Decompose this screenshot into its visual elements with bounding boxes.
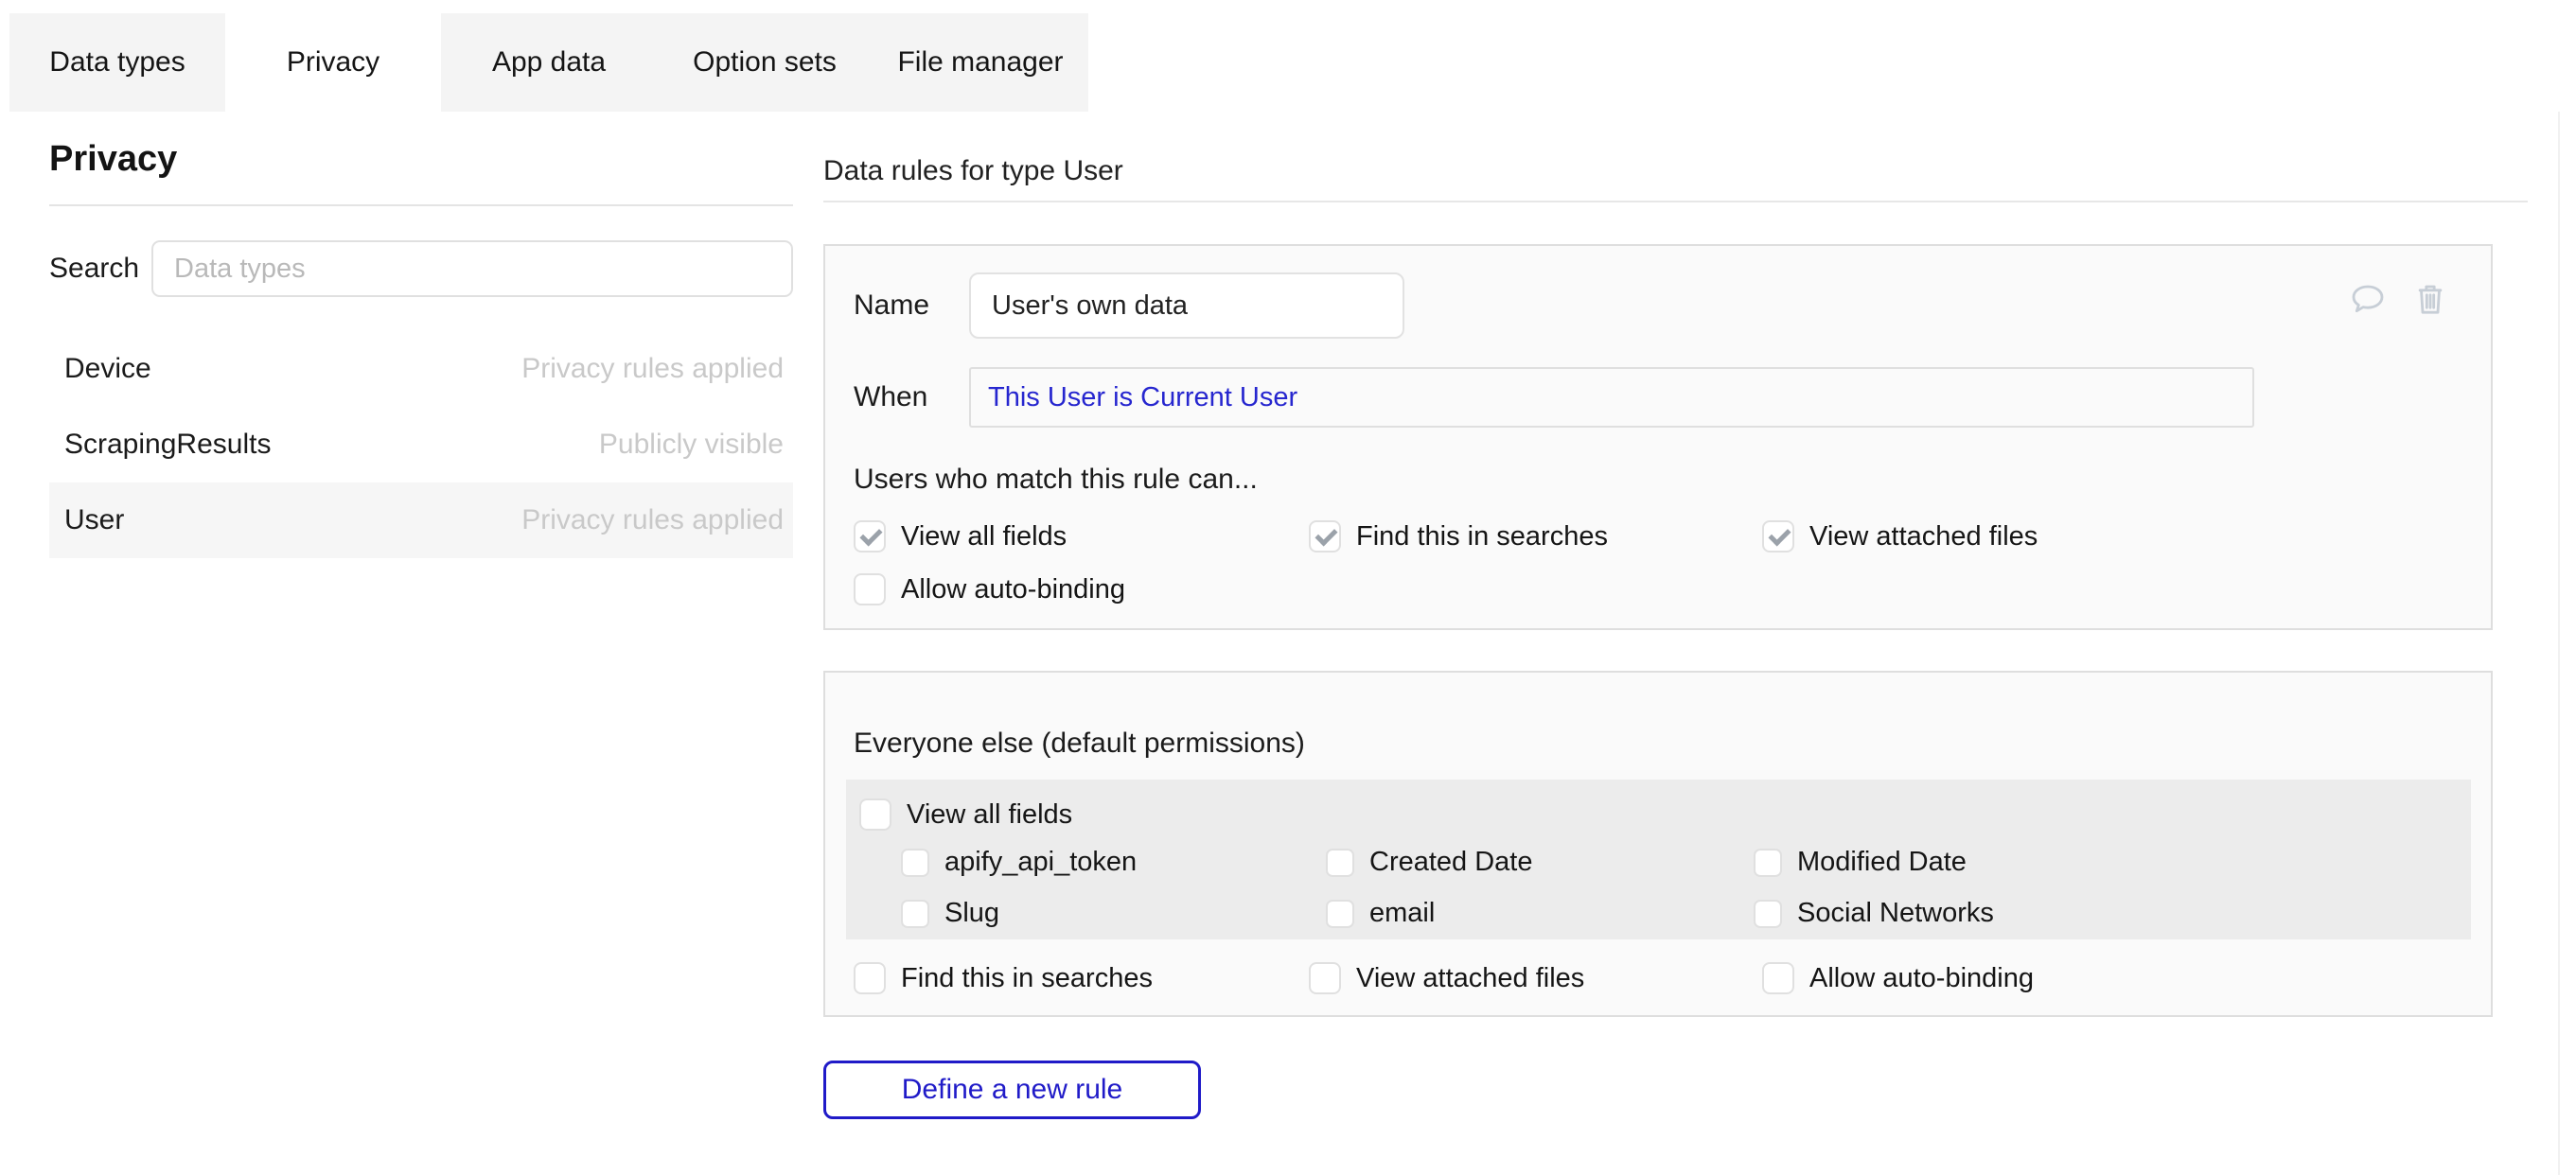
divider [823, 201, 2528, 202]
checkbox-label: View all fields [901, 521, 1067, 552]
checkbox-view-attached-files-default[interactable]: View attached files [1309, 962, 1762, 994]
checkbox-label: View attached files [1356, 963, 1584, 994]
checkbox-label: Created Date [1369, 847, 1533, 878]
checkbox-view-all-fields[interactable]: View all fields [854, 520, 1309, 552]
field-checkbox-grid: apify_api_token Created Date Modified Da… [901, 847, 2471, 929]
search-input[interactable] [151, 240, 793, 297]
when-condition-link[interactable]: This User is Current User [988, 382, 1297, 413]
privacy-sidebar: Privacy Search Device Privacy rules appl… [49, 140, 793, 558]
tab-option-sets[interactable]: Option sets [657, 13, 873, 112]
checkbox-box[interactable] [1754, 849, 1782, 877]
checkbox-field-social-networks[interactable]: Social Networks [1754, 898, 2471, 929]
checkbox-label: Find this in searches [901, 963, 1153, 994]
rule-when-row: When This User is Current User [854, 367, 2462, 428]
container-right-border [2558, 112, 2560, 1175]
checkbox-allow-auto-binding-default[interactable]: Allow auto-binding [1762, 962, 2462, 994]
rule-card-actions [2347, 280, 2451, 318]
list-item-user[interactable]: User Privacy rules applied [49, 482, 793, 558]
checkbox-field-modified-date[interactable]: Modified Date [1754, 847, 2471, 878]
checkbox-label: Social Networks [1797, 898, 1994, 929]
define-new-rule-button[interactable]: Define a new rule [823, 1061, 1201, 1119]
checkbox-find-in-searches-default[interactable]: Find this in searches [854, 962, 1309, 994]
checkbox-label: View all fields [907, 799, 1072, 831]
when-label: When [854, 381, 969, 413]
permissions-caption: Users who match this rule can... [854, 464, 2462, 496]
tab-label: App data [492, 46, 606, 79]
type-name: Device [64, 353, 151, 385]
checkbox-field-created-date[interactable]: Created Date [1326, 847, 1754, 878]
type-name: User [64, 504, 124, 536]
checkbox-box[interactable] [1309, 962, 1341, 994]
privacy-rule-card: Name When This User is Current User User… [823, 244, 2493, 630]
checkbox-box[interactable] [1754, 900, 1782, 928]
tab-label: Data types [49, 46, 185, 79]
list-item-device[interactable]: Device Privacy rules applied [49, 331, 793, 407]
checkbox-label: apify_api_token [944, 847, 1137, 878]
checkbox-label: Allow auto-binding [901, 574, 1125, 605]
tab-label: Option sets [693, 46, 837, 79]
checkbox-box[interactable] [859, 798, 891, 831]
checkbox-view-attached-files[interactable]: View attached files [1762, 520, 2462, 552]
checkbox-box[interactable] [854, 573, 886, 605]
checkbox-box[interactable] [1309, 520, 1341, 552]
checkbox-box[interactable] [854, 962, 886, 994]
when-condition-box[interactable]: This User is Current User [969, 367, 2254, 428]
list-item-scrapingresults[interactable]: ScrapingResults Publicly visible [49, 407, 793, 482]
tab-privacy[interactable]: Privacy [225, 13, 441, 112]
checkbox-label: Slug [944, 898, 999, 929]
divider [49, 204, 793, 206]
tab-label: Privacy [287, 46, 379, 79]
rule-permissions: View all fields Find this in searches Vi… [854, 520, 2462, 605]
search-label: Search [49, 253, 151, 285]
fields-band: View all fields apify_api_token Created … [846, 780, 2471, 939]
checkbox-box[interactable] [1326, 849, 1354, 877]
checkbox-label: Allow auto-binding [1809, 963, 2034, 994]
tab-data-types[interactable]: Data types [9, 13, 225, 112]
comment-icon[interactable] [2347, 280, 2389, 318]
type-status: Privacy rules applied [521, 504, 784, 536]
type-status: Privacy rules applied [521, 353, 784, 385]
checkbox-box[interactable] [1762, 520, 1794, 552]
checkbox-view-all-fields-default[interactable]: View all fields [859, 798, 2471, 831]
type-status: Publicly visible [599, 429, 784, 461]
name-label: Name [854, 289, 969, 322]
checkbox-box[interactable] [1762, 962, 1794, 994]
checkbox-box[interactable] [1326, 900, 1354, 928]
rule-name-row: Name [854, 272, 2462, 339]
checkbox-box[interactable] [901, 900, 929, 928]
checkbox-field-email[interactable]: email [1326, 898, 1754, 929]
tab-label: File manager [897, 46, 1063, 79]
checkbox-label: email [1369, 898, 1435, 929]
checkbox-allow-auto-binding[interactable]: Allow auto-binding [854, 573, 1309, 605]
default-permissions-card: Everyone else (default permissions) View… [823, 671, 2493, 1017]
checkbox-field-slug[interactable]: Slug [901, 898, 1326, 929]
checkbox-box[interactable] [854, 520, 886, 552]
rule-name-input[interactable] [969, 272, 1404, 339]
tab-file-manager[interactable]: File manager [873, 13, 1088, 112]
checkbox-find-in-searches[interactable]: Find this in searches [1309, 520, 1762, 552]
page-title: Privacy [49, 140, 793, 178]
data-tab-bar: Data types Privacy App data Option sets … [9, 13, 1088, 112]
checkbox-field-apify-api-token[interactable]: apify_api_token [901, 847, 1326, 878]
default-bottom-permissions: Find this in searches View attached file… [854, 962, 2462, 994]
type-name: ScrapingResults [64, 429, 271, 461]
trash-icon[interactable] [2409, 280, 2451, 318]
search-row: Search [49, 240, 793, 297]
tab-app-data[interactable]: App data [441, 13, 657, 112]
checkbox-label: Modified Date [1797, 847, 1967, 878]
checkbox-label: View attached files [1809, 521, 2038, 552]
checkbox-box[interactable] [901, 849, 929, 877]
default-permissions-title: Everyone else (default permissions) [854, 728, 2462, 760]
data-type-list: Device Privacy rules applied ScrapingRes… [49, 331, 793, 558]
privacy-rules-panel: Data rules for type User Name When This … [823, 156, 2528, 1119]
rules-header: Data rules for type User [823, 156, 2528, 186]
checkbox-label: Find this in searches [1356, 521, 1608, 552]
